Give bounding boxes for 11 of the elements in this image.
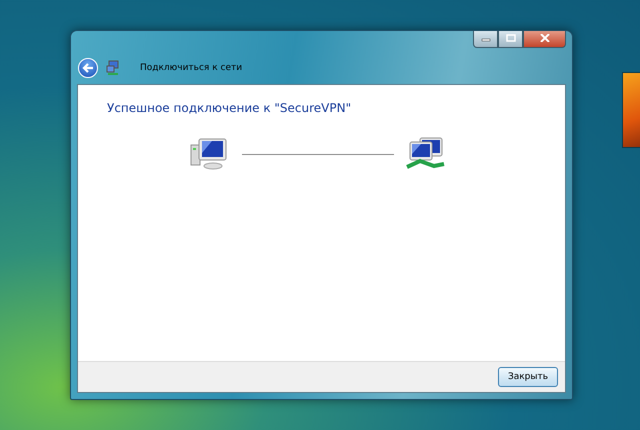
close-button[interactable] <box>523 31 566 48</box>
close-dialog-button[interactable]: Закрыть <box>498 367 558 387</box>
minimize-button[interactable] <box>473 31 498 48</box>
back-arrow-icon <box>82 62 94 72</box>
status-heading: Успешное подключение к "SecureVPN" <box>107 101 352 115</box>
maximize-icon <box>506 34 516 42</box>
window-title: Подключиться к сети <box>140 62 242 72</box>
network-computers-icon <box>406 137 446 171</box>
back-button[interactable] <box>78 58 98 78</box>
maximize-button[interactable] <box>498 31 523 48</box>
close-icon <box>540 34 550 42</box>
